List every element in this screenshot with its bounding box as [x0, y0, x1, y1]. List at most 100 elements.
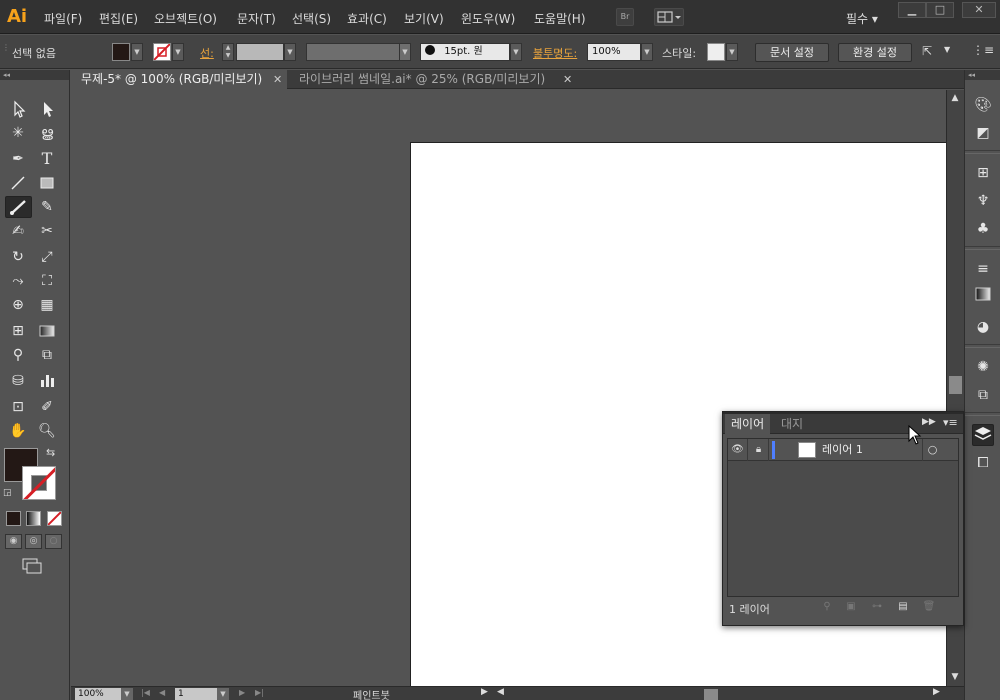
menu-effect[interactable]: 효과(C)	[347, 10, 387, 27]
brush-definition-field[interactable]: 15pt. 원	[420, 43, 510, 61]
document-setup-button[interactable]: 문서 설정	[755, 43, 829, 62]
locate-object-icon[interactable]: ⚲	[819, 600, 835, 614]
stroke-weight-field[interactable]	[236, 43, 284, 61]
brushes-icon[interactable]: ♆	[972, 190, 994, 212]
scissors-tool[interactable]: ✂	[36, 220, 58, 242]
perspective-grid-tool[interactable]: ▦	[36, 294, 58, 316]
rotate-tool[interactable]: ↻	[7, 246, 29, 268]
close-window-button[interactable]: ✕	[962, 2, 996, 18]
menu-type[interactable]: 문자(T)	[237, 10, 276, 27]
color-mode-button[interactable]	[6, 511, 21, 526]
dock-expand-icon[interactable]: ◂◂	[965, 70, 1000, 80]
graphic-style-swatch[interactable]	[707, 43, 725, 61]
fill-color-swatch[interactable]	[112, 43, 130, 61]
symbols-icon[interactable]: ♣	[972, 218, 994, 240]
bridge-button[interactable]: Br	[616, 8, 634, 26]
preferences-button[interactable]: 환경 설정	[838, 43, 912, 62]
layer-row[interactable]: 👁︎ 🔒︎ 레이어 1 ○	[728, 439, 958, 461]
isolate-mode-icon[interactable]: ⇱	[922, 44, 932, 58]
maximize-button[interactable]: □	[926, 2, 954, 18]
hand-tool[interactable]: ✋	[7, 420, 29, 442]
pencil-tool[interactable]: ✎	[36, 196, 58, 218]
target-icon[interactable]: ○	[922, 439, 942, 461]
menu-help[interactable]: 도움말(H)	[534, 10, 586, 27]
zoom-dropdown[interactable]: ▼	[121, 688, 133, 700]
first-artboard-icon[interactable]: |◀	[141, 688, 150, 697]
none-mode-button[interactable]	[47, 511, 62, 526]
line-segment-tool[interactable]	[7, 172, 29, 194]
panel-menu-icon[interactable]: ▾≡	[943, 416, 958, 429]
zoom-field[interactable]: 100%	[75, 688, 121, 700]
new-layer-icon[interactable]: ▤	[895, 600, 911, 614]
prev-artboard-icon[interactable]: ◀	[159, 688, 165, 697]
next-artboard-icon[interactable]: ▶	[239, 688, 245, 697]
default-fill-stroke-icon[interactable]: ◲	[3, 488, 12, 498]
column-graph-tool[interactable]	[36, 370, 58, 392]
graphic-styles-icon[interactable]: ⧉	[972, 384, 994, 406]
free-transform-tool[interactable]: ⛶	[36, 270, 58, 292]
menu-object[interactable]: 오브젝트(O)	[154, 10, 217, 27]
pen-tool[interactable]: ✒	[7, 148, 29, 170]
stroke-dropdown[interactable]: ▼	[172, 43, 184, 61]
eyedropper-tool[interactable]: ⚲	[7, 344, 29, 366]
artboard-dropdown[interactable]: ▼	[217, 688, 229, 700]
draw-behind-button[interactable]: ◎	[25, 534, 42, 549]
stroke-label[interactable]: 선:	[200, 45, 214, 61]
artboard-tool[interactable]: ⊡	[7, 396, 29, 418]
stroke-weight-dropdown[interactable]: ▼	[284, 43, 296, 61]
type-tool[interactable]: T	[36, 148, 58, 170]
scroll-right-icon[interactable]: ▶	[933, 687, 940, 697]
color-guide-icon[interactable]: ◩	[972, 122, 994, 144]
opacity-label[interactable]: 불투명도:	[533, 45, 577, 61]
tab-library-thumbnail[interactable]: 라이브러리 썸네일.ai* @ 25% (RGB/미리보기) ✕	[289, 70, 579, 89]
draw-normal-button[interactable]: ◉	[5, 534, 22, 549]
menu-edit[interactable]: 편집(E)	[99, 10, 138, 27]
delete-layer-icon[interactable]: 🗑︎	[921, 600, 937, 614]
screen-mode-button[interactable]	[20, 556, 42, 578]
blob-brush-tool[interactable]: ✍	[7, 220, 29, 242]
collapse-icon[interactable]: ▶▶	[922, 417, 936, 427]
make-clipping-mask-icon[interactable]: ▣	[843, 600, 859, 614]
menu-file[interactable]: 파일(F)	[44, 10, 82, 27]
draw-inside-button[interactable]: ○	[45, 534, 62, 549]
blend-tool[interactable]: ⧉	[36, 344, 58, 366]
stroke-panel-icon[interactable]: ≡	[972, 258, 994, 280]
scroll-up-icon[interactable]: ▲	[947, 93, 963, 103]
scroll-left-icon[interactable]: ◀	[497, 687, 504, 697]
lasso-tool[interactable]: ൠ	[36, 122, 58, 144]
appearance-icon[interactable]: ✺	[972, 356, 994, 378]
layer-name[interactable]: 레이어 1	[822, 439, 863, 461]
last-artboard-icon[interactable]: ▶|	[255, 688, 264, 697]
close-icon[interactable]: ✕	[273, 70, 282, 89]
swatches-icon[interactable]: ⊞	[972, 162, 994, 184]
shape-builder-tool[interactable]: ⊕	[7, 294, 29, 316]
variable-width-dropdown[interactable]: ▼	[399, 43, 411, 61]
symbol-sprayer-tool[interactable]: ⛁	[7, 370, 29, 392]
tools-collapse-icon[interactable]: ◂◂	[0, 70, 69, 80]
mesh-tool[interactable]: ⊞	[7, 320, 29, 342]
close-icon[interactable]: ✕	[563, 70, 572, 89]
control-panel-menu-icon[interactable]: ⋮≡	[972, 43, 994, 57]
magic-wand-tool[interactable]: ✳	[7, 122, 29, 144]
paintbrush-tool[interactable]	[5, 196, 32, 218]
menu-select[interactable]: 선택(S)	[292, 10, 331, 27]
variable-width-field[interactable]	[306, 43, 406, 61]
zoom-tool[interactable]: 🔍︎	[36, 420, 58, 442]
gradient-panel-icon[interactable]	[972, 286, 994, 308]
direct-selection-tool[interactable]	[36, 98, 58, 120]
menu-view[interactable]: 보기(V)	[404, 10, 444, 27]
gradient-tool[interactable]	[36, 320, 58, 342]
selection-tool[interactable]	[7, 98, 29, 120]
horizontal-scrollbar-thumb[interactable]	[704, 689, 718, 700]
stroke-color-swatch[interactable]	[153, 43, 171, 61]
tab-artboards[interactable]: 대지	[775, 414, 809, 434]
scrollbar-thumb[interactable]	[949, 376, 962, 394]
status-menu-icon[interactable]: ▶	[481, 687, 488, 697]
menu-window[interactable]: 윈도우(W)	[461, 10, 515, 27]
width-tool[interactable]: ⤳	[7, 270, 29, 292]
opacity-dropdown[interactable]: ▼	[641, 43, 653, 61]
layers-panel-icon[interactable]	[972, 424, 994, 446]
fill-dropdown[interactable]: ▼	[131, 43, 143, 61]
lock-icon[interactable]: 🔒︎	[749, 439, 769, 461]
workspace-switcher[interactable]: 필수 ▾	[846, 10, 878, 27]
